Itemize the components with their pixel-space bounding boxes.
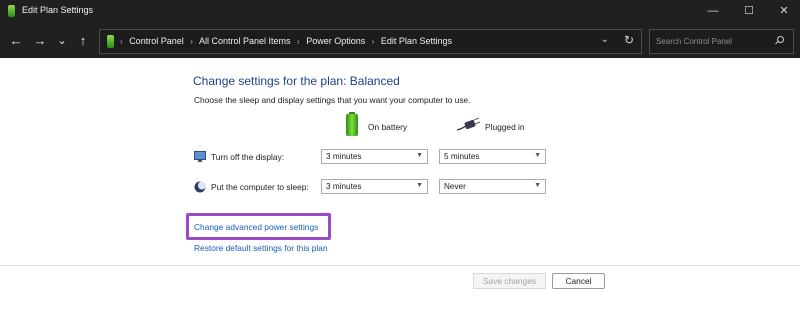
navigation-bar: ← → ⌄ ↑ › Control Panel › All Control Pa… xyxy=(0,24,800,58)
maximize-button[interactable]: ☐ xyxy=(733,0,765,24)
search-input[interactable]: Search Control Panel xyxy=(649,29,794,54)
display-timeout-label: Turn off the display: xyxy=(211,152,285,162)
search-placeholder: Search Control Panel xyxy=(656,37,733,46)
chevron-down-icon: ▼ xyxy=(416,152,423,159)
recent-locations-button[interactable]: ⌄ xyxy=(54,33,70,49)
sleep-battery-select[interactable]: 3 minutes ▼ xyxy=(321,179,428,194)
plugged-in-header: Plugged in xyxy=(485,122,525,132)
refresh-button[interactable]: ↻ xyxy=(624,33,634,47)
divider xyxy=(0,265,800,266)
sleep-timeout-label: Put the computer to sleep: xyxy=(211,182,309,192)
chevron-down-icon: ▼ xyxy=(534,182,541,189)
moon-icon xyxy=(194,181,206,193)
restore-defaults-link[interactable]: Restore default settings for this plan xyxy=(194,243,328,253)
breadcrumb-edit-plan-settings[interactable]: Edit Plan Settings xyxy=(381,36,452,46)
battery-icon xyxy=(8,5,15,17)
advanced-power-settings-link[interactable]: Change advanced power settings xyxy=(194,222,318,232)
window-title: Edit Plan Settings xyxy=(22,5,94,15)
chevron-down-icon: ▼ xyxy=(416,182,423,189)
page-title: Change settings for the plan: Balanced xyxy=(193,74,400,88)
forward-button[interactable]: → xyxy=(32,33,48,49)
breadcrumb-power-options[interactable]: Power Options xyxy=(306,36,365,46)
minimize-button[interactable]: — xyxy=(697,0,729,24)
breadcrumb: › Control Panel › All Control Panel Item… xyxy=(120,36,452,46)
address-dropdown-button[interactable]: ⌄ xyxy=(601,34,609,45)
chevron-down-icon: ▼ xyxy=(534,152,541,159)
on-battery-header: On battery xyxy=(368,122,408,132)
close-button[interactable]: ✕ xyxy=(768,0,800,24)
back-button[interactable]: ← xyxy=(8,33,24,49)
breadcrumb-all-items[interactable]: All Control Panel Items xyxy=(199,36,291,46)
search-icon[interactable] xyxy=(777,36,784,43)
cancel-button[interactable]: Cancel xyxy=(552,273,605,289)
battery-icon xyxy=(107,35,114,48)
monitor-icon xyxy=(194,151,206,162)
save-changes-button[interactable]: Save changes xyxy=(473,273,546,289)
display-plugged-select[interactable]: 5 minutes ▼ xyxy=(439,149,546,164)
title-bar: Edit Plan Settings — ☐ ✕ xyxy=(0,0,800,24)
breadcrumb-control-panel[interactable]: Control Panel xyxy=(129,36,184,46)
address-bar[interactable]: › Control Panel › All Control Panel Item… xyxy=(99,29,642,54)
up-button[interactable]: ↑ xyxy=(75,33,91,49)
power-plug-icon xyxy=(456,117,480,131)
page-description: Choose the sleep and display settings th… xyxy=(194,95,471,105)
sleep-plugged-select[interactable]: Never ▼ xyxy=(439,179,546,194)
battery-icon xyxy=(346,112,358,136)
display-battery-select[interactable]: 3 minutes ▼ xyxy=(321,149,428,164)
